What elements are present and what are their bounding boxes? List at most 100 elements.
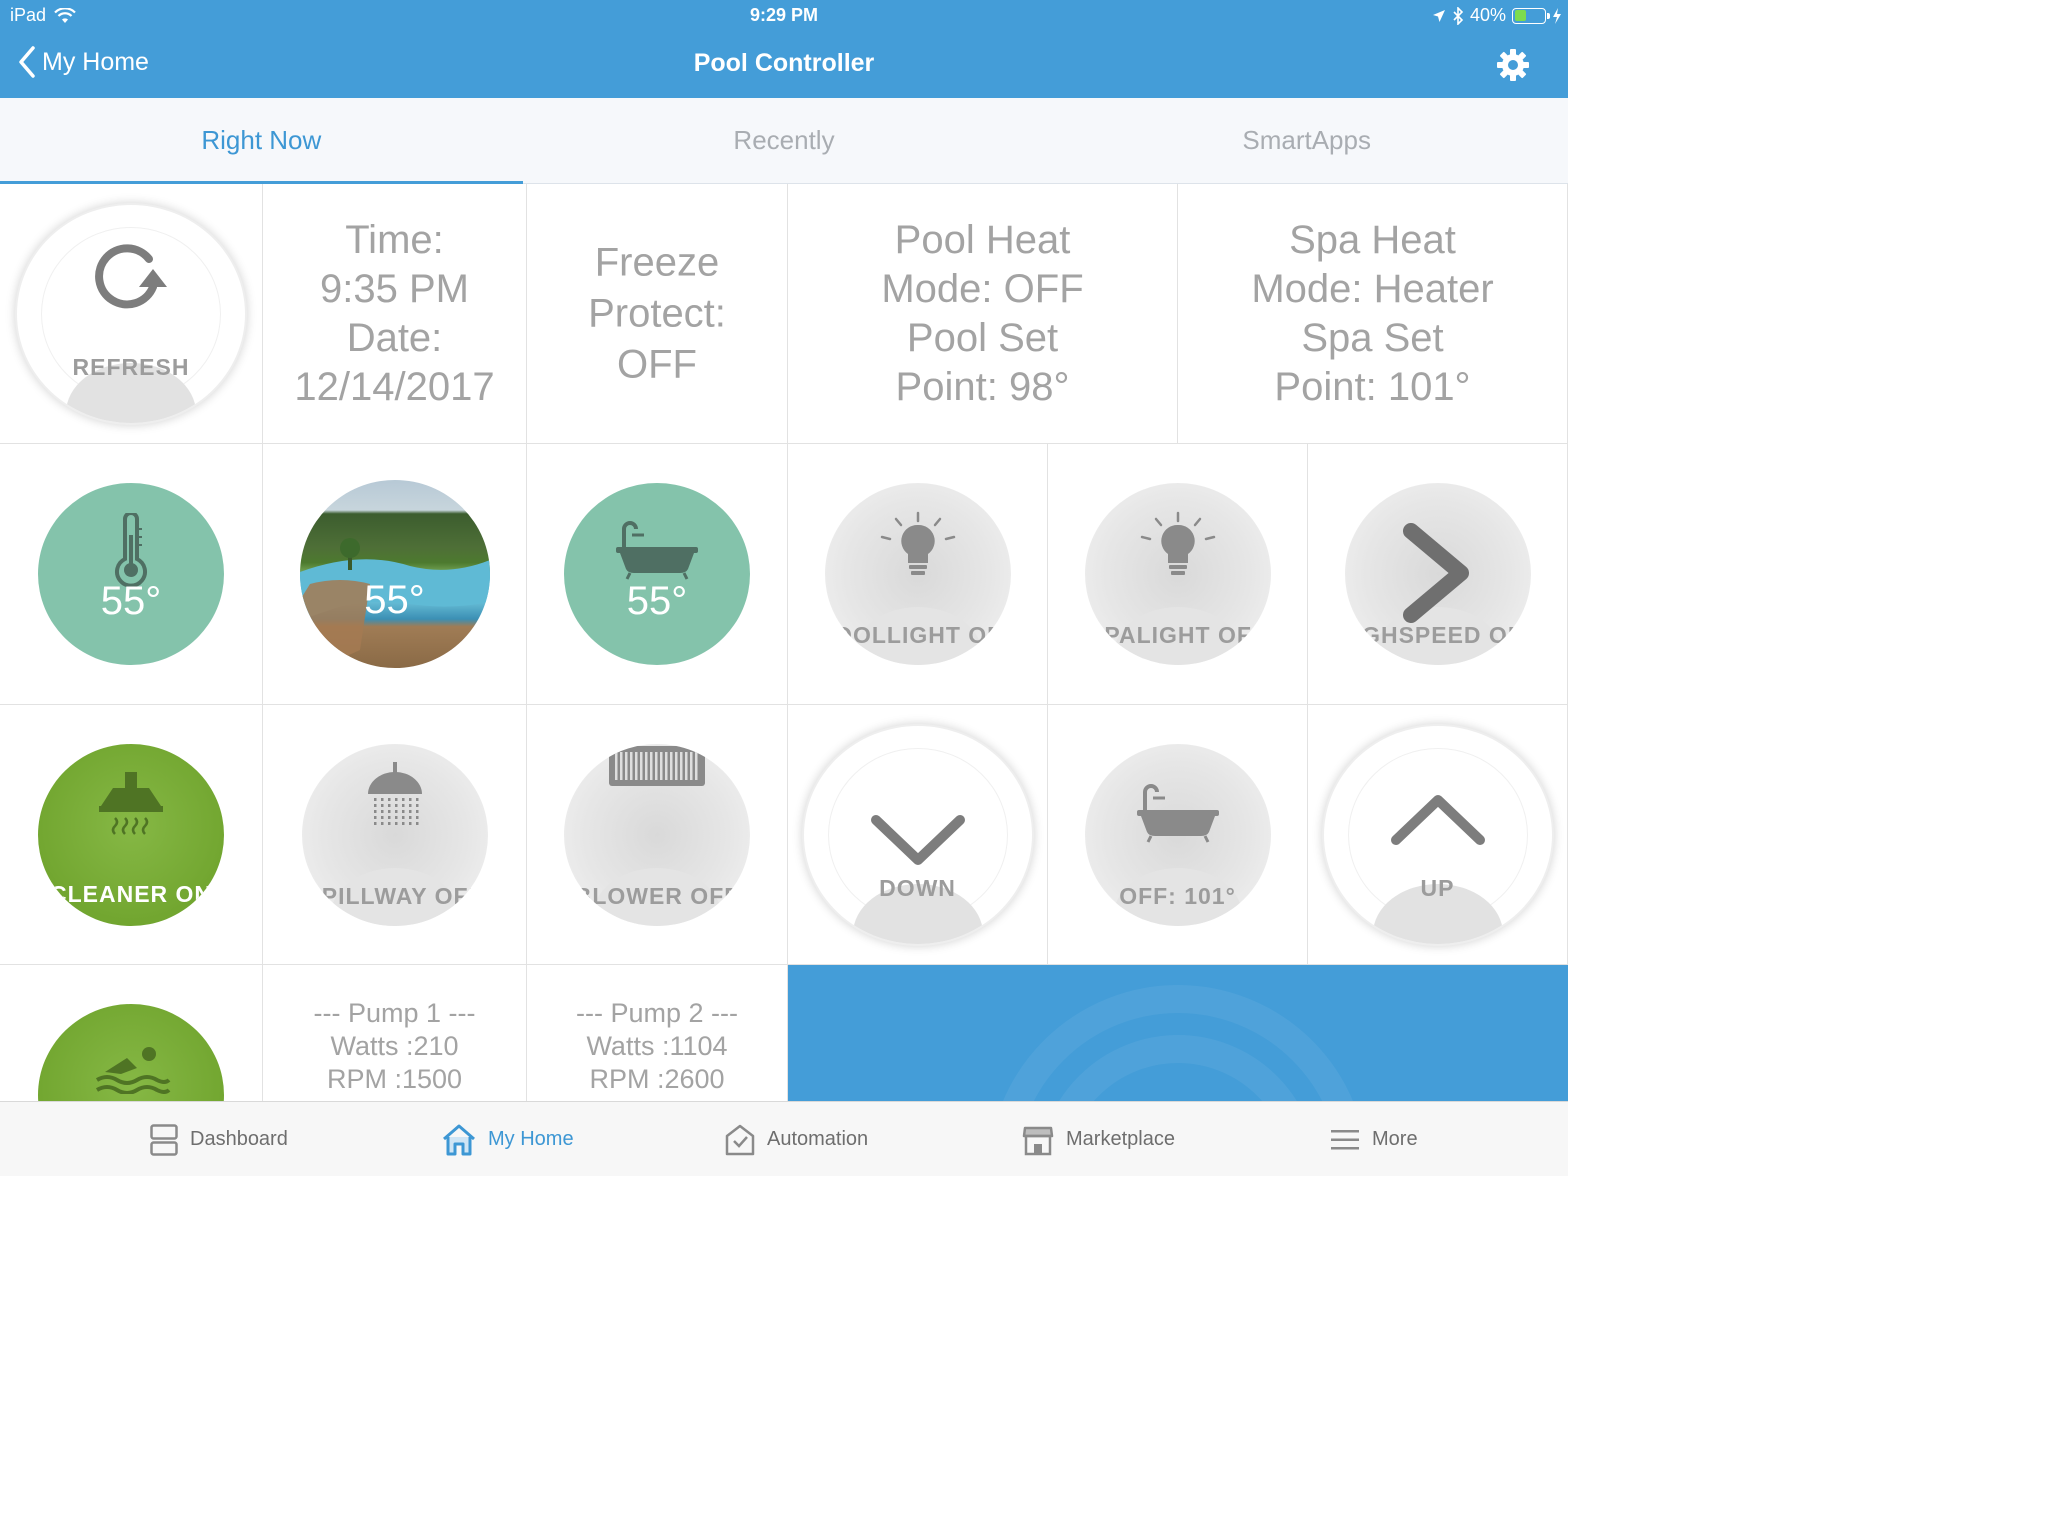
pool-heat-tile: Pool Heat Mode: OFF Pool Set Point: 98° [788,184,1178,444]
location-arrow-icon [1432,9,1445,22]
air-temp-circle[interactable]: 55° [38,483,224,665]
time-date-tile: Time: 9:35 PM Date: 12/14/2017 [263,184,527,444]
page-title: Pool Controller [693,49,875,77]
refresh-tile[interactable]: REFRESH [0,184,263,444]
spa-heat-tile: Spa Heat Mode: Heater Spa Set Point: 101… [1178,184,1568,444]
nav-automation-label: Automation [767,1128,869,1150]
pool-heat-info: Pool Heat Mode: OFF Pool Set Point: 98° [788,216,1177,412]
thermometer-icon [115,513,147,588]
pool-swim-button[interactable] [38,1003,224,1102]
status-right: 40% [1432,5,1562,26]
refresh-label: REFRESH [72,353,190,380]
info-line: Date: [346,315,443,360]
nav-dashboard-label: Dashboard [190,1128,288,1150]
gear-icon[interactable] [1496,48,1530,82]
refresh-icon [95,243,167,308]
spillway-button[interactable]: SPILLWAY OFF [301,743,488,926]
info-line: Freeze [594,240,720,284]
pool-temp-tile[interactable]: 55° [263,444,527,705]
down-button[interactable]: DOWN [801,723,1034,946]
marketplace-icon [1022,1126,1054,1155]
nav-more-label: More [1372,1128,1418,1150]
pool-swim-tile[interactable] [0,965,263,1102]
pool-temp-value: 55° [364,578,425,622]
tab-smartapps[interactable]: SmartApps [1045,98,1568,183]
down-label: DOWN [879,874,956,901]
tab-bar: Right Now Recently SmartApps [0,98,1568,184]
tab-recently[interactable]: Recently [523,98,1046,183]
tab-right-now[interactable]: Right Now [0,98,523,184]
vent-grille-icon [609,745,705,786]
info-line: Spa Set [1301,315,1444,360]
cleaner-label: CLEANER ON [49,880,213,907]
nav-more[interactable]: More [1330,1102,1418,1177]
charging-bolt-icon [1553,7,1561,24]
spa-setpoint-tile[interactable]: OFF: 101° [1048,705,1308,965]
spa-set-point: Point: 101° [1274,364,1471,409]
pump1-info: --- Pump 1 --- Watts :210 RPM :1500 [263,997,526,1096]
up-tile[interactable]: UP [1308,705,1568,965]
up-button[interactable]: UP [1321,723,1554,946]
nav-marketplace[interactable]: Marketplace [1022,1102,1175,1177]
menu-icon [1331,1129,1359,1149]
battery-level [1514,10,1527,21]
freeze-protect-tile: Freeze Protect: OFF [527,184,788,444]
lightbulb-icon [880,511,955,575]
pump2-title: --- Pump 2 --- [576,998,738,1028]
nav-marketplace-label: Marketplace [1066,1128,1175,1150]
spa-setpoint-button[interactable]: OFF: 101° [1084,743,1271,926]
freeze-protect-info: Freeze Protect: OFF [527,237,787,390]
spillway-tile[interactable]: SPILLWAY OFF [263,705,527,965]
chevron-down-icon [870,814,965,865]
cleaner-button[interactable]: CLEANER ON [38,743,224,926]
air-temp-tile[interactable]: 55° [0,444,263,705]
pump1-title: --- Pump 1 --- [313,998,476,1028]
back-label: My Home [42,47,149,76]
current-date: 12/14/2017 [294,364,495,409]
spalight-tile[interactable]: SPALIGHT OFF [1048,444,1308,705]
bottom-nav: Dashboard My Home Automation Marketplace… [0,1101,1568,1176]
poollight-button[interactable]: POOLLIGHT OFF [824,483,1011,665]
blower-button[interactable]: BLOWER OFF [564,743,750,926]
shower-icon [367,761,422,825]
current-time: 9:35 PM [320,266,469,311]
blower-tile[interactable]: BLOWER OFF [527,705,788,965]
highspeed-tile[interactable]: HIGHSPEED OFF [1308,444,1568,705]
info-line: Time: [345,217,444,262]
spa-temp-circle[interactable]: 55° [564,483,750,665]
poollight-label: POOLLIGHT OFF [824,622,1011,648]
pump2-watts: Watts :1104 [586,1031,728,1061]
dashboard-icon [150,1123,178,1156]
up-label: UP [1420,874,1455,901]
refresh-button[interactable]: REFRESH [15,202,247,425]
top-bar: iPad 9:29 PM 40% My Home Pool Controller [0,0,1568,98]
home-icon [443,1124,475,1155]
highspeed-label: HIGHSPEED OFF [1344,622,1531,648]
bathtub-icon [616,521,698,580]
spalight-label: SPALIGHT OFF [1088,622,1267,648]
battery-icon [1512,7,1550,24]
pool-photo-circle[interactable]: 55° [299,480,490,668]
nav-my-home[interactable]: My Home [442,1102,574,1177]
poollight-tile[interactable]: POOLLIGHT OFF [788,444,1048,705]
range-hood-icon [99,771,163,835]
spa-temp-tile[interactable]: 55° [527,444,788,705]
bathtub-icon [1136,783,1219,843]
spalight-button[interactable]: SPALIGHT OFF [1084,483,1271,665]
chevron-left-icon [19,46,35,78]
info-line: Protect: [588,291,726,335]
pool-set-point: Point: 98° [895,364,1070,409]
nav-automation[interactable]: Automation [725,1102,868,1177]
lightbulb-icon [1140,511,1215,575]
pump2-rpm: RPM :2600 [589,1064,725,1094]
highspeed-button[interactable]: HIGHSPEED OFF [1344,483,1531,665]
spa-heat-mode: Mode: Heater [1251,266,1494,311]
cleaner-tile[interactable]: CLEANER ON [0,705,263,965]
chevron-up-icon [1390,794,1485,845]
tile-grid: REFRESH Time: 9:35 PM Date: 12/14/2017 F… [0,184,1568,1102]
nav-dashboard[interactable]: Dashboard [150,1102,288,1177]
air-temp-value: 55° [100,579,162,623]
down-tile[interactable]: DOWN [788,705,1048,965]
back-button[interactable]: My Home [18,46,149,78]
battery-percent: 40% [1469,5,1506,25]
